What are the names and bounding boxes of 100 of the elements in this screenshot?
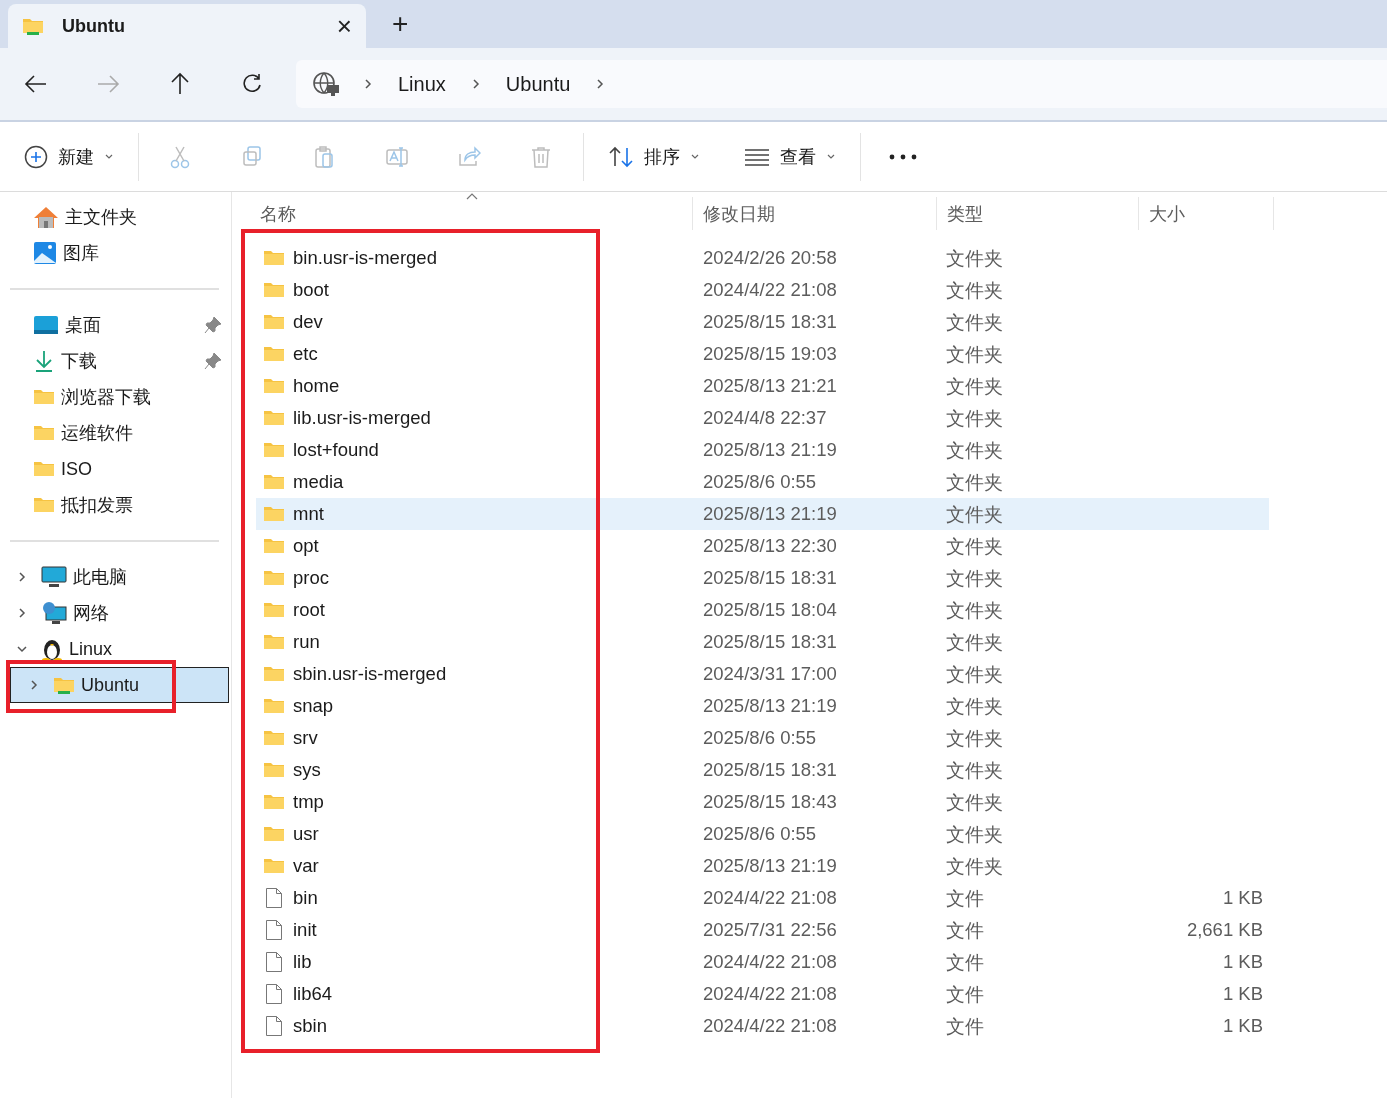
file-row[interactable]: srv 2025/8/6 0:55 文件夹 (256, 722, 1269, 754)
chevron-right-icon[interactable] (362, 78, 374, 90)
sidebar-item[interactable]: ISO (10, 451, 229, 487)
file-row[interactable]: run 2025/8/15 18:31 文件夹 (256, 626, 1269, 658)
file-row[interactable]: usr 2025/8/6 0:55 文件夹 (256, 818, 1269, 850)
sidebar-item[interactable]: 图库 (10, 235, 229, 271)
file-row[interactable]: lib.usr-is-merged 2024/4/8 22:37 文件夹 (256, 402, 1269, 434)
folder-icon (263, 569, 285, 587)
view-button[interactable]: 查看 (740, 134, 840, 179)
sidebar-item[interactable]: 网络 (10, 595, 229, 631)
breadcrumb-item[interactable]: Linux (398, 72, 446, 96)
file-name: var (293, 855, 319, 877)
file-row[interactable]: init 2025/7/31 22:56 文件 2,661 KB (256, 914, 1269, 946)
file-type: 文件 (945, 950, 985, 975)
file-name: opt (293, 535, 319, 557)
file-name: sbin.usr-is-merged (293, 663, 447, 685)
address-bar[interactable]: Linux Ubuntu (296, 60, 1387, 108)
file-type: 文件夹 (945, 374, 1004, 399)
file-size: 1 KB (1221, 951, 1263, 973)
file-icon (265, 951, 283, 973)
column-header[interactable]: 名称 (232, 197, 693, 230)
file-type: 文件夹 (945, 598, 1004, 623)
file-row[interactable]: home 2025/8/13 21:21 文件夹 (256, 370, 1269, 402)
modified-date: 2025/8/6 0:55 (702, 823, 818, 845)
new-button[interactable]: 新建 (20, 134, 118, 179)
file-type: 文件夹 (945, 822, 1004, 847)
close-tab-button[interactable]: × (336, 13, 352, 39)
column-header[interactable]: 大小 (1139, 197, 1274, 230)
sidebar-item[interactable]: 此电脑 (10, 559, 229, 595)
file-row[interactable]: boot 2024/4/22 21:08 文件夹 (256, 274, 1269, 306)
sidebar-item[interactable]: 桌面 (10, 307, 229, 343)
file-name: home (293, 375, 340, 397)
file-row[interactable]: snap 2025/8/13 21:19 文件夹 (256, 690, 1269, 722)
chevron-right-icon[interactable] (16, 607, 28, 619)
file-name: run (293, 631, 320, 653)
file-name: proc (293, 567, 329, 589)
trash-icon (529, 144, 553, 169)
pin-icon[interactable] (204, 316, 222, 334)
sidebar-item[interactable]: Linux (10, 631, 229, 667)
file-row[interactable]: lib64 2024/4/22 21:08 文件 1 KB (256, 978, 1269, 1010)
folder-icon (263, 441, 285, 459)
file-icon (265, 919, 283, 941)
file-name: bin (293, 887, 318, 909)
file-row[interactable]: var 2025/8/13 21:19 文件夹 (256, 850, 1269, 882)
folder-icon (33, 388, 55, 406)
sidebar-item[interactable]: 浏览器下载 (10, 379, 229, 415)
sidebar-item[interactable]: 抵扣发票 (10, 487, 229, 523)
file-row[interactable]: etc 2025/8/15 19:03 文件夹 (256, 338, 1269, 370)
file-row[interactable]: proc 2025/8/15 18:31 文件夹 (256, 562, 1269, 594)
modified-date: 2024/4/8 22:37 (702, 407, 828, 429)
folder-icon (263, 281, 285, 299)
chevron-down-icon[interactable] (16, 643, 28, 655)
sidebar-item[interactable]: 下载 (10, 343, 229, 379)
sidebar-item[interactable]: Ubuntu (10, 667, 229, 703)
folder-icon (263, 633, 285, 651)
breadcrumb-item[interactable]: Ubuntu (505, 72, 571, 96)
window-tab[interactable]: Ubuntu × (8, 4, 366, 48)
file-row[interactable]: sys 2025/8/15 18:31 文件夹 (256, 754, 1269, 786)
chevron-right-icon[interactable] (16, 571, 28, 583)
chevron-right-icon[interactable] (28, 679, 40, 691)
file-row[interactable]: opt 2025/8/13 22:30 文件夹 (256, 530, 1269, 562)
file-size: 1 KB (1221, 887, 1263, 909)
column-header[interactable]: 类型 (937, 197, 1139, 230)
file-row[interactable]: bin 2024/4/22 21:08 文件 1 KB (256, 882, 1269, 914)
folder-icon (263, 857, 285, 875)
new-tab-button[interactable]: + (392, 10, 409, 38)
sidebar-item[interactable]: 运维软件 (10, 415, 229, 451)
file-type: 文件夹 (945, 694, 1004, 719)
file-type: 文件夹 (945, 438, 1004, 463)
sort-button[interactable]: 排序 (604, 134, 704, 179)
file-name: root (293, 599, 325, 621)
modified-date: 2025/8/13 21:19 (702, 855, 838, 877)
folder-icon (263, 409, 285, 427)
file-row[interactable]: lost+found 2025/8/13 21:19 文件夹 (256, 434, 1269, 466)
file-type: 文件夹 (945, 630, 1004, 655)
file-row[interactable]: lib 2024/4/22 21:08 文件 1 KB (256, 946, 1269, 978)
sidebar-item[interactable]: 主文件夹 (10, 199, 229, 235)
folder-icon (263, 825, 285, 843)
file-row[interactable]: mnt 2025/8/13 21:19 文件夹 (256, 498, 1269, 530)
modified-date: 2024/4/22 21:08 (702, 951, 838, 973)
file-name: init (293, 919, 317, 941)
modified-date: 2025/8/6 0:55 (702, 727, 818, 749)
file-type: 文件夹 (945, 502, 1004, 527)
file-row[interactable]: bin.usr-is-merged 2024/2/26 20:58 文件夹 (256, 242, 1269, 274)
file-row[interactable]: media 2025/8/6 0:55 文件夹 (256, 466, 1269, 498)
folder-icon (263, 249, 285, 267)
folder-icon (263, 313, 285, 331)
file-size: 1 KB (1221, 983, 1263, 1005)
file-row[interactable]: root 2025/8/15 18:04 文件夹 (256, 594, 1269, 626)
file-name: bin.usr-is-merged (293, 247, 437, 269)
pin-icon[interactable] (204, 352, 222, 370)
file-row[interactable]: sbin 2024/4/22 21:08 文件 1 KB (256, 1010, 1269, 1042)
column-header[interactable]: 修改日期 (693, 197, 937, 230)
file-row[interactable]: sbin.usr-is-merged 2024/3/31 17:00 文件夹 (256, 658, 1269, 690)
file-name: srv (293, 727, 318, 749)
file-row[interactable]: dev 2025/8/15 18:31 文件夹 (256, 306, 1269, 338)
modified-date: 2025/8/15 19:03 (702, 343, 838, 365)
modified-date: 2025/8/15 18:04 (702, 599, 838, 621)
folder-icon (263, 505, 285, 523)
file-row[interactable]: tmp 2025/8/15 18:43 文件夹 (256, 786, 1269, 818)
